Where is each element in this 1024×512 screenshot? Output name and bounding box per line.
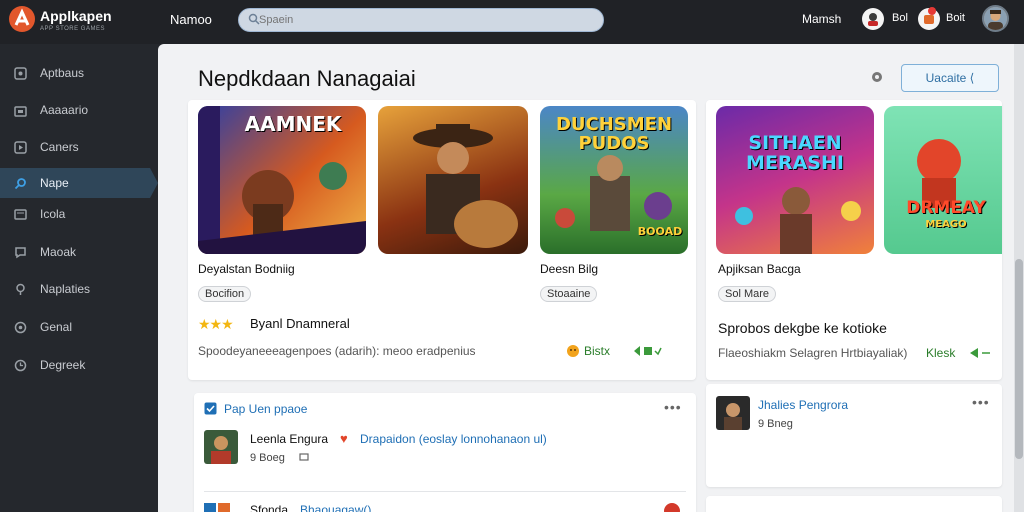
main-content: Nepdkdaan Nanagaiai Uacaite ⟨ AAMNEK DUC… <box>158 44 1014 512</box>
activity-user[interactable]: Leenla Engura <box>250 432 328 446</box>
thumbnail-title: DRMEAY <box>906 198 986 218</box>
divider <box>204 491 686 492</box>
search-icon <box>248 13 260 25</box>
rating-stars: ★★★ <box>198 316 234 332</box>
more-icon[interactable]: ••• <box>664 399 682 415</box>
sidebar-item-2[interactable]: Caners <box>0 132 150 162</box>
checkbox-icon[interactable] <box>204 402 217 415</box>
status-label: Klesk <box>926 346 956 360</box>
clock-icon <box>14 359 27 372</box>
activity-panel: Pap Uen ppaoe ••• Leenla Engura ♥ Drapai… <box>194 393 696 512</box>
sidebar-item-0[interactable]: Aptbaus <box>0 58 150 88</box>
game-title[interactable]: Apjiksan Bacga <box>718 262 801 276</box>
activity-highlight[interactable]: Bhaouagaw() <box>300 503 371 512</box>
comment-icon[interactable] <box>299 453 309 463</box>
notification-icon[interactable] <box>664 503 680 512</box>
sidebar-item-1[interactable]: Aaaaario <box>0 95 150 125</box>
sidebar-item-6[interactable]: Naplaties <box>0 274 150 304</box>
side-game-card: SITHAEN MERASHI DRMEAY MEAGO Apjiksan Ba… <box>706 100 1002 380</box>
game-tag[interactable]: Bocifion <box>198 286 252 302</box>
sidebar-item-8[interactable]: Degreek <box>0 350 150 380</box>
game-thumbnail[interactable]: SITHAEN MERASHI <box>716 106 874 254</box>
location-icon <box>16 283 25 295</box>
game-title[interactable]: Deyalstan Bodniig <box>198 262 295 276</box>
game-thumbnail[interactable] <box>378 106 528 254</box>
heart-icon[interactable]: ♥ <box>340 431 348 446</box>
app-logo-icon[interactable] <box>9 6 35 32</box>
search-box[interactable] <box>238 8 604 32</box>
app-tagline: APP STORE GAMES <box>40 26 105 32</box>
next-card <box>706 496 1002 512</box>
activity-highlight[interactable]: Drapaidon (eoslay lonnohanaon ul) <box>360 432 547 446</box>
game-thumbnail[interactable]: AAMNEK <box>198 106 366 254</box>
rating-text: Byanl Dnamneral <box>250 316 350 331</box>
avatar[interactable] <box>716 396 750 430</box>
activity-meta: 9 Bneg <box>758 418 793 430</box>
thumbnail-subtitle: MEAGO <box>925 219 967 230</box>
arrow-icon[interactable] <box>968 346 992 360</box>
sidebar-item-3[interactable]: Nape <box>0 168 158 198</box>
message-icon <box>15 247 26 259</box>
sidebar: Aptbaus Aaaaario Caners Nape Icola Maoak… <box>0 44 158 512</box>
nav-link[interactable]: Namoo <box>170 12 212 27</box>
friends-panel: Jhalies Pengrora 9 Bneg ••• <box>706 384 1002 487</box>
notification-badge <box>928 7 936 15</box>
gamepad-icon <box>14 141 27 154</box>
grid-icon <box>14 67 27 80</box>
friends-icon[interactable] <box>862 8 884 30</box>
notifications-label[interactable]: Boit <box>946 12 965 24</box>
store-icon <box>14 106 27 117</box>
panel-link[interactable]: Pap Uen ppaoe <box>224 402 307 416</box>
sidebar-item-7[interactable]: Genal <box>0 312 150 342</box>
featured-games-card: AAMNEK DUCHSMEN PUDOS BOOAD Deyalstan Bo… <box>188 100 696 380</box>
avatar[interactable] <box>982 5 1009 32</box>
game-art <box>917 139 961 208</box>
more-icon[interactable]: ••• <box>972 394 990 410</box>
update-button[interactable]: Uacaite ⟨ <box>901 64 999 92</box>
activity-meta: 9 Boeg <box>250 452 285 464</box>
game-art <box>413 124 518 248</box>
emoji-icon <box>567 345 579 357</box>
scrollbar-thumb[interactable] <box>1015 259 1023 459</box>
top-bar: Applkapen APP STORE GAMES Namoo Mamsh Bo… <box>0 0 1024 44</box>
promo-description: Flaeoshiakm Selagren Hrtbiayaliak) <box>718 346 908 360</box>
promo-heading: Sprobos dekgbe ke kotioke <box>718 320 887 336</box>
search-input[interactable] <box>259 12 589 28</box>
game-title[interactable]: Deesn Bilg <box>540 262 598 276</box>
sidebar-item-5[interactable]: Maoak <box>0 237 150 267</box>
activity-user[interactable]: Sfonda <box>250 503 288 512</box>
friends-label[interactable]: Bol <box>892 12 908 24</box>
app-icon <box>218 503 230 512</box>
sidebar-item-4[interactable]: Icola <box>0 199 150 229</box>
page-title: Nepdkdaan Nanagaiai <box>198 66 416 91</box>
thumbs-up-icon[interactable] <box>632 344 662 358</box>
game-tag[interactable]: Sol Mare <box>718 286 777 302</box>
search-icon <box>14 178 26 190</box>
avatar[interactable] <box>204 430 238 464</box>
settings-icon[interactable] <box>870 70 884 84</box>
app-icon <box>204 503 216 512</box>
panel-link[interactable]: Jhalies Pengrora <box>758 398 848 412</box>
status-label: Bistx <box>584 344 611 358</box>
thumbnail-title: AAMNEK <box>244 112 342 136</box>
list-icon <box>14 209 27 220</box>
thumbnail-title: DUCHSMEN PUDOS <box>555 114 673 154</box>
scrollbar[interactable] <box>1014 44 1024 512</box>
game-description: Spoodeyaneeeagenpoes (adarih): meoo erad… <box>198 344 476 358</box>
thumbnail-title: SITHAEN MERASHI <box>746 132 844 174</box>
settings-icon <box>14 321 27 334</box>
game-thumbnail[interactable]: DRMEAY MEAGO <box>884 106 1002 254</box>
user-link[interactable]: Mamsh <box>802 12 841 26</box>
game-art <box>735 187 861 254</box>
game-tag[interactable]: Stoaaine <box>540 286 598 302</box>
app-name: Applkapen <box>40 8 112 24</box>
game-thumbnail[interactable]: DUCHSMEN PUDOS BOOAD <box>540 106 688 254</box>
thumbnail-subtitle: BOOAD <box>637 225 683 238</box>
